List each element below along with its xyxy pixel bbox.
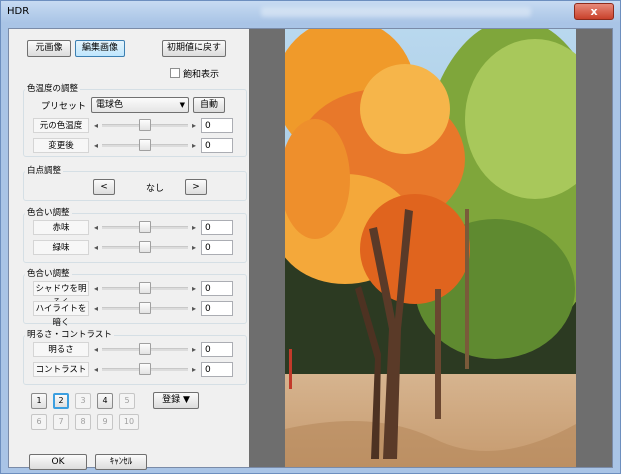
arrow-left-icon[interactable]: ◂ bbox=[91, 301, 101, 316]
white-point-prev-button[interactable]: < bbox=[93, 179, 115, 195]
original-temp-input[interactable]: 0 bbox=[201, 118, 233, 133]
original-temp-label: 元の色温度 bbox=[33, 118, 89, 133]
preset-slot-9[interactable]: 9 bbox=[97, 414, 113, 430]
original-image-button[interactable]: 元画像 bbox=[27, 40, 71, 57]
highlight-label: ハイライトを暗く bbox=[33, 301, 89, 328]
cancel-button[interactable]: ｷｬﾝｾﾙ bbox=[95, 454, 147, 470]
preset-slot-8[interactable]: 8 bbox=[75, 414, 91, 430]
contrast-slider[interactable]: ◂ ▸ bbox=[91, 362, 199, 377]
red-label: 赤味 bbox=[33, 220, 89, 235]
arrow-right-icon[interactable]: ▸ bbox=[189, 281, 199, 296]
preset-slot-1[interactable]: 1 bbox=[31, 393, 47, 409]
red-input[interactable]: 0 bbox=[201, 220, 233, 235]
arrow-right-icon[interactable]: ▸ bbox=[189, 138, 199, 153]
slider-thumb[interactable] bbox=[139, 363, 151, 375]
preset-slot-3[interactable]: 3 bbox=[75, 393, 91, 409]
brightness-input[interactable]: 0 bbox=[201, 342, 233, 357]
green-input[interactable]: 0 bbox=[201, 240, 233, 255]
contrast-input[interactable]: 0 bbox=[201, 362, 233, 377]
preview-image bbox=[285, 29, 576, 467]
brightness-label: 明るさ bbox=[33, 342, 89, 357]
white-point-value: なし bbox=[146, 184, 165, 194]
preset-slot-10[interactable]: 10 bbox=[119, 414, 139, 430]
tint-group-label: 色合い調整 bbox=[25, 206, 72, 218]
chevron-down-icon: ▼ bbox=[179, 101, 185, 109]
register-button[interactable]: 登録 ▼ bbox=[153, 392, 199, 409]
slider-thumb[interactable] bbox=[139, 139, 151, 151]
close-icon: x bbox=[590, 5, 598, 18]
tone-group-label: 色合い調整 bbox=[25, 267, 72, 279]
window-title: HDR bbox=[7, 6, 30, 17]
preset-label: プリセット bbox=[41, 102, 87, 112]
close-button[interactable]: x bbox=[574, 3, 614, 20]
white-point-next-button[interactable]: > bbox=[185, 179, 207, 195]
shadow-slider[interactable]: ◂ ▸ bbox=[91, 281, 199, 296]
dialog-client: 元画像 編集画像 初期値に戻す 飽和表示 色温度の調整 プリセット 電球色 ▼ … bbox=[8, 28, 613, 470]
preset-select[interactable]: 電球色 ▼ bbox=[91, 97, 189, 113]
preset-select-value: 電球色 bbox=[96, 100, 124, 110]
arrow-left-icon[interactable]: ◂ bbox=[91, 342, 101, 357]
arrow-left-icon[interactable]: ◂ bbox=[91, 362, 101, 377]
reset-button[interactable]: 初期値に戻す bbox=[162, 40, 226, 57]
highlight-input[interactable]: 0 bbox=[201, 301, 233, 316]
edited-image-button[interactable]: 編集画像 bbox=[75, 40, 125, 57]
changed-temp-input[interactable]: 0 bbox=[201, 138, 233, 153]
green-slider[interactable]: ◂ ▸ bbox=[91, 240, 199, 255]
brightness-group-label: 明るさ・コントラスト bbox=[25, 328, 114, 340]
ok-button[interactable]: OK bbox=[29, 454, 87, 470]
preset-slot-5[interactable]: 5 bbox=[119, 393, 135, 409]
arrow-right-icon[interactable]: ▸ bbox=[189, 118, 199, 133]
preset-slot-2[interactable]: 2 bbox=[53, 393, 69, 409]
arrow-right-icon[interactable]: ▸ bbox=[189, 342, 199, 357]
slider-thumb[interactable] bbox=[139, 241, 151, 253]
slider-thumb[interactable] bbox=[139, 343, 151, 355]
green-label: 緑味 bbox=[33, 240, 89, 255]
slider-thumb[interactable] bbox=[139, 302, 151, 314]
slider-thumb[interactable] bbox=[139, 221, 151, 233]
arrow-right-icon[interactable]: ▸ bbox=[189, 220, 199, 235]
title-bar-blur bbox=[261, 7, 531, 17]
arrow-left-icon[interactable]: ◂ bbox=[91, 240, 101, 255]
changed-temp-slider[interactable]: ◂ ▸ bbox=[91, 138, 199, 153]
preset-slot-7[interactable]: 7 bbox=[53, 414, 69, 430]
brightness-slider[interactable]: ◂ ▸ bbox=[91, 342, 199, 357]
arrow-left-icon[interactable]: ◂ bbox=[91, 220, 101, 235]
original-temp-slider[interactable]: ◂ ▸ bbox=[91, 118, 199, 133]
slider-thumb[interactable] bbox=[139, 282, 151, 294]
changed-temp-label: 変更後 bbox=[33, 138, 89, 153]
preview-pane bbox=[249, 29, 612, 467]
arrow-right-icon[interactable]: ▸ bbox=[189, 240, 199, 255]
auto-button[interactable]: 自動 bbox=[193, 97, 225, 113]
arrow-right-icon[interactable]: ▸ bbox=[189, 301, 199, 316]
red-slider[interactable]: ◂ ▸ bbox=[91, 220, 199, 235]
contrast-label: コントラスト bbox=[33, 362, 89, 377]
settings-panel: 元画像 編集画像 初期値に戻す 飽和表示 色温度の調整 プリセット 電球色 ▼ … bbox=[9, 29, 249, 470]
saturation-checkbox[interactable] bbox=[170, 68, 180, 78]
arrow-right-icon[interactable]: ▸ bbox=[189, 362, 199, 377]
hdr-window: HDR x 元画像 編集画像 初期値に戻す 飽和表示 色温度の調整 プリセット … bbox=[0, 0, 621, 474]
white-point-group-label: 白点調整 bbox=[25, 164, 64, 176]
preset-slot-6[interactable]: 6 bbox=[31, 414, 47, 430]
arrow-left-icon[interactable]: ◂ bbox=[91, 281, 101, 296]
arrow-left-icon[interactable]: ◂ bbox=[91, 118, 101, 133]
arrow-left-icon[interactable]: ◂ bbox=[91, 138, 101, 153]
saturation-label: 飽和表示 bbox=[183, 70, 220, 80]
highlight-slider[interactable]: ◂ ▸ bbox=[91, 301, 199, 316]
slider-thumb[interactable] bbox=[139, 119, 151, 131]
shadow-input[interactable]: 0 bbox=[201, 281, 233, 296]
color-temp-group-label: 色温度の調整 bbox=[25, 82, 81, 94]
preset-slot-4[interactable]: 4 bbox=[97, 393, 113, 409]
title-bar[interactable]: HDR x bbox=[1, 1, 620, 23]
shadow-label: シャドウを明るく bbox=[33, 281, 89, 308]
